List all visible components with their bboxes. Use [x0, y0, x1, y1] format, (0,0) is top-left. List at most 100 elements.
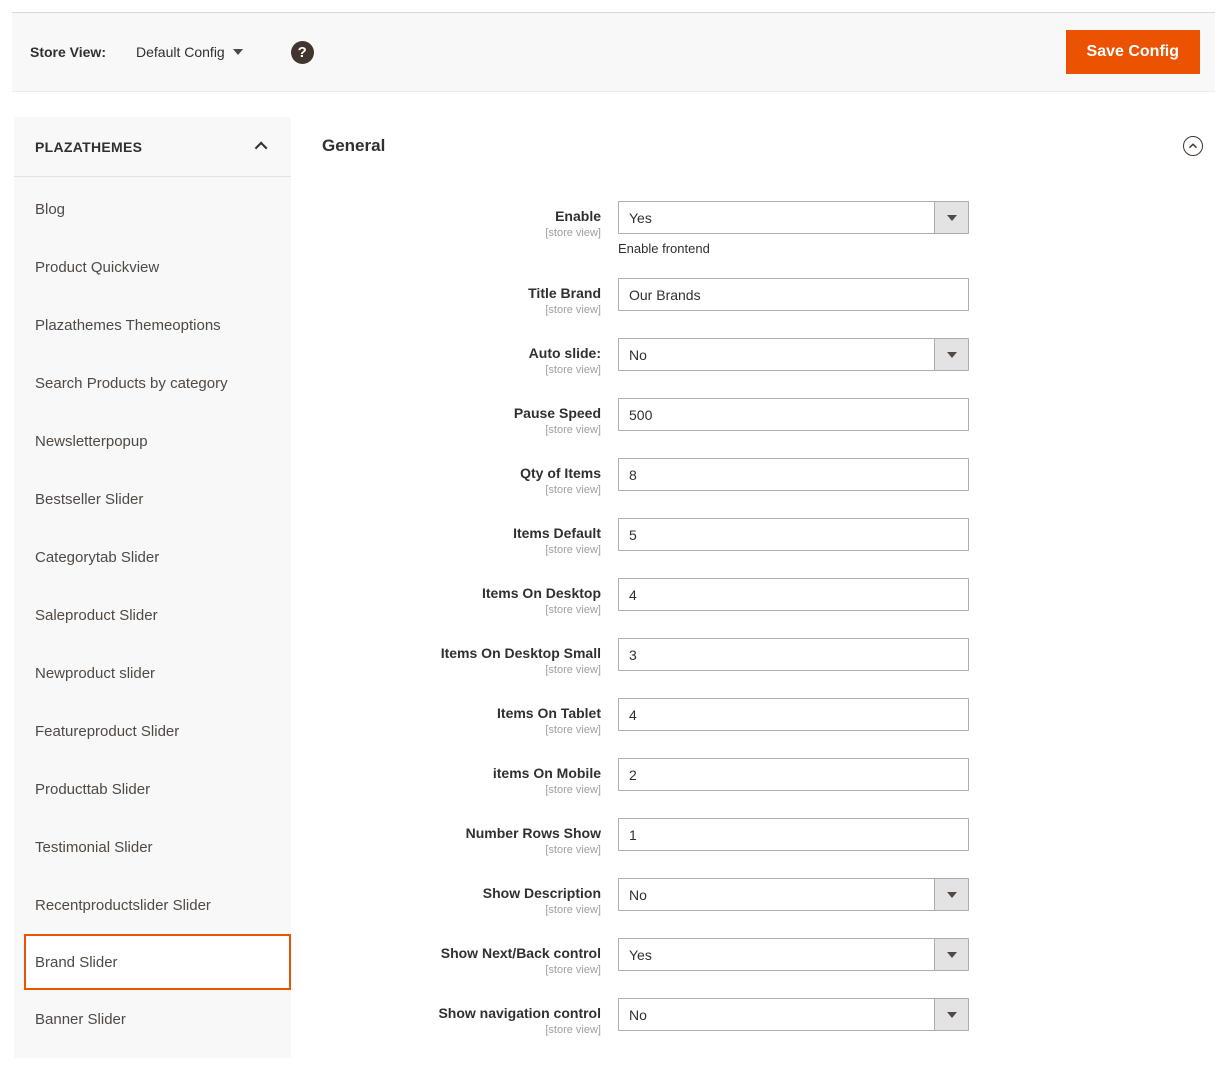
- field-scope: [store view]: [322, 844, 601, 856]
- sidebar-item-product-quickview[interactable]: Product Quickview: [14, 238, 291, 296]
- chevron-up-icon: [255, 142, 268, 155]
- section-header: General: [322, 135, 1204, 157]
- text-input[interactable]: [618, 698, 969, 731]
- form-row: Number Rows Show [store view]: [322, 818, 1204, 856]
- select-value: Yes: [629, 947, 652, 963]
- field-label: Items On Desktop: [322, 585, 601, 602]
- field-label: Items On Tablet: [322, 705, 601, 722]
- sidebar-item-label: Producttab Slider: [35, 781, 150, 798]
- sidebar-item-newsletterpopup[interactable]: Newsletterpopup: [14, 412, 291, 470]
- select-input[interactable]: No: [618, 878, 969, 911]
- sidebar-item-categorytab-slider[interactable]: Categorytab Slider: [14, 528, 291, 586]
- sidebar-item-saleproduct-slider[interactable]: Saleproduct Slider: [14, 586, 291, 644]
- field-cell: [618, 458, 969, 496]
- collapse-section-button[interactable]: [1182, 135, 1204, 157]
- field-cell: [618, 758, 969, 796]
- field-scope: [store view]: [322, 1024, 601, 1036]
- form-row: Items On Desktop Small [store view]: [322, 638, 1204, 676]
- sidebar-section-title: PLAZATHEMES: [35, 139, 142, 155]
- text-input[interactable]: [618, 458, 969, 491]
- field-cell: [618, 698, 969, 736]
- field-label-cell: Qty of Items [store view]: [322, 458, 601, 496]
- form-row: Pause Speed [store view]: [322, 398, 1204, 436]
- form-row: Show Next/Back control [store view] Yes: [322, 938, 1204, 976]
- sidebar-item-plazathemes-themeoptions[interactable]: Plazathemes Themeoptions: [14, 296, 291, 354]
- field-cell: Yes Enable frontend: [618, 201, 969, 256]
- sidebar-section-plazathemes[interactable]: PLAZATHEMES: [14, 117, 291, 177]
- field-cell: [618, 398, 969, 436]
- sidebar-item-label: Plazathemes Themeoptions: [35, 317, 221, 334]
- sidebar-item-bestseller-slider[interactable]: Bestseller Slider: [14, 470, 291, 528]
- sidebar-item-testimonial-slider[interactable]: Testimonial Slider: [14, 818, 291, 876]
- field-label: Auto slide:: [322, 345, 601, 362]
- field-cell: [618, 278, 969, 316]
- sidebar-item-label: Product Quickview: [35, 259, 159, 276]
- select-arrow-box: [934, 939, 968, 970]
- field-label-cell: Show navigation control [store view]: [322, 998, 601, 1036]
- sidebar-item-producttab-slider[interactable]: Producttab Slider: [14, 760, 291, 818]
- select-input[interactable]: Yes: [618, 201, 969, 234]
- help-icon[interactable]: ?: [291, 41, 314, 64]
- chevron-down-icon: [947, 1012, 957, 1018]
- field-label: items On Mobile: [322, 765, 601, 782]
- form-row: Qty of Items [store view]: [322, 458, 1204, 496]
- field-scope: [store view]: [322, 424, 601, 436]
- page-toolbar: Store View: Default Config ? Save Config: [12, 12, 1215, 92]
- field-cell: No: [618, 878, 969, 916]
- field-cell: No: [618, 998, 969, 1036]
- field-label: Show navigation control: [322, 1005, 601, 1022]
- select-input[interactable]: No: [618, 338, 969, 371]
- chevron-down-icon: [947, 215, 957, 221]
- sidebar-item-label: Blog: [35, 201, 65, 218]
- sidebar-item-recentproductslider-slider[interactable]: Recentproductslider Slider: [14, 876, 291, 934]
- sidebar-list: Blog Product Quickview Plazathemes Theme…: [14, 177, 291, 1048]
- text-input[interactable]: [618, 518, 969, 551]
- form-row: Enable [store view] Yes Enable frontend: [322, 201, 1204, 256]
- sidebar-item-label: Banner Slider: [35, 1011, 126, 1028]
- save-config-button[interactable]: Save Config: [1066, 30, 1200, 74]
- main-panel: General Enable [store view] Yes Enable f…: [322, 135, 1204, 1058]
- field-scope: [store view]: [322, 484, 601, 496]
- field-label: Items Default: [322, 525, 601, 542]
- field-label: Title Brand: [322, 285, 601, 302]
- field-label-cell: Pause Speed [store view]: [322, 398, 601, 436]
- form-row: Show navigation control [store view] No: [322, 998, 1204, 1036]
- chevron-down-icon: [947, 352, 957, 358]
- form-row: items On Mobile [store view]: [322, 758, 1204, 796]
- sidebar-item-brand-slider[interactable]: Brand Slider: [24, 934, 291, 990]
- config-sidebar: PLAZATHEMES Blog Product Quickview Plaza…: [14, 117, 291, 1058]
- text-input[interactable]: [618, 398, 969, 431]
- chevron-down-icon: [233, 49, 243, 55]
- store-view-label: Store View:: [30, 44, 106, 60]
- select-input[interactable]: Yes: [618, 938, 969, 971]
- form-row: Items On Desktop [store view]: [322, 578, 1204, 616]
- select-input[interactable]: No: [618, 998, 969, 1031]
- sidebar-item-newproduct-slider[interactable]: Newproduct slider: [14, 644, 291, 702]
- field-scope: [store view]: [322, 604, 601, 616]
- field-cell: [618, 578, 969, 616]
- select-value: No: [629, 887, 647, 903]
- text-input[interactable]: [618, 278, 969, 311]
- sidebar-item-banner-slider[interactable]: Banner Slider: [14, 990, 291, 1048]
- select-value: No: [629, 1007, 647, 1023]
- text-input[interactable]: [618, 638, 969, 671]
- field-label-cell: Items On Desktop Small [store view]: [322, 638, 601, 676]
- chevron-down-icon: [947, 952, 957, 958]
- store-scope-switcher[interactable]: Default Config: [136, 44, 243, 60]
- text-input[interactable]: [618, 758, 969, 791]
- field-scope: [store view]: [322, 904, 601, 916]
- sidebar-item-label: Testimonial Slider: [35, 839, 153, 856]
- field-label: Show Next/Back control: [322, 945, 601, 962]
- text-input[interactable]: [618, 818, 969, 851]
- field-label-cell: Items On Tablet [store view]: [322, 698, 601, 736]
- sidebar-item-label: Newproduct slider: [35, 665, 155, 682]
- text-input[interactable]: [618, 578, 969, 611]
- field-scope: [store view]: [322, 364, 601, 376]
- sidebar-item-blog[interactable]: Blog: [14, 180, 291, 238]
- general-form: Enable [store view] Yes Enable frontend …: [322, 201, 1204, 1036]
- field-label-cell: Show Description [store view]: [322, 878, 601, 916]
- collapse-circle-icon: [1182, 135, 1204, 157]
- sidebar-item-featureproduct-slider[interactable]: Featureproduct Slider: [14, 702, 291, 760]
- field-scope: [store view]: [322, 664, 601, 676]
- sidebar-item-search-products-by-category[interactable]: Search Products by category: [14, 354, 291, 412]
